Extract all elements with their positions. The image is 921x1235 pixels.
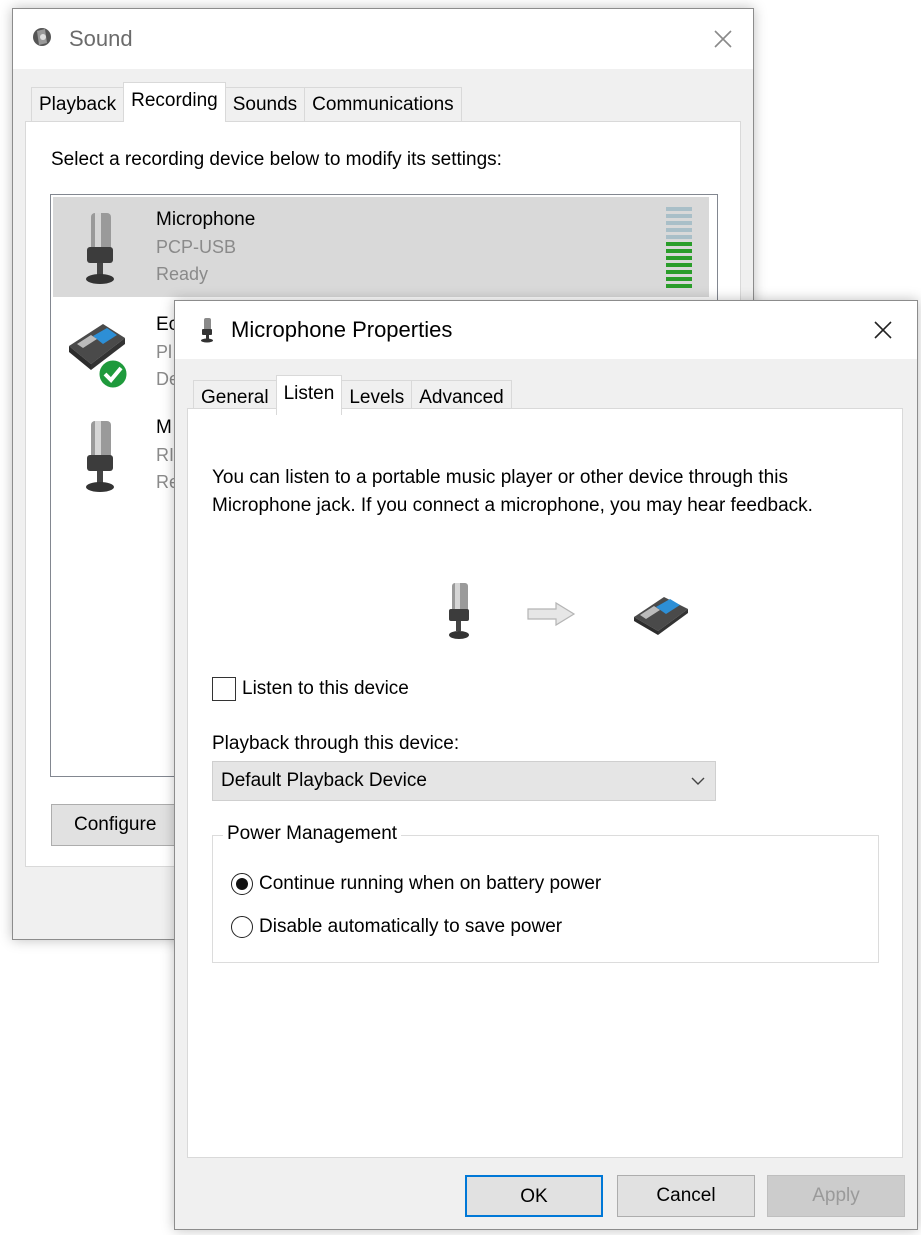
meter-segment [666,263,692,267]
tab-communications[interactable]: Communications [304,87,462,121]
device-name: M [156,417,172,438]
power-management-title: Power Management [223,823,402,845]
props-titlebar[interactable]: Microphone Properties [175,301,917,359]
meter-segment [666,277,692,281]
sound-window-title: Sound [69,26,133,51]
apply-button[interactable]: Apply [767,1175,905,1217]
microphone-icon [86,213,114,284]
device-subtitle: RI [156,445,174,465]
power-option-continue[interactable]: Continue running when on battery power [231,873,601,895]
device-status: Ready [156,264,209,284]
device-subtitle: Pl [156,342,173,362]
listen-checkbox-label: Listen to this device [242,678,409,699]
playback-device-value: Default Playback Device [221,770,427,791]
recording-instruction: Select a recording device below to modif… [51,149,502,170]
meter-segment [666,207,692,211]
device-subtitle: PCP-USB [156,237,237,257]
close-icon [714,30,732,48]
cancel-button[interactable]: Cancel [617,1175,755,1217]
props-window-title: Microphone Properties [231,317,453,342]
arrow-right-icon [527,601,576,627]
level-meter [666,207,692,291]
tab-playback[interactable]: Playback [31,87,125,121]
device-item-microphone[interactable]: Microphone PCP-USB Ready [53,197,709,297]
microphone-icon [449,583,469,639]
meter-segment [666,228,692,232]
meter-segment [666,242,692,246]
tab-recording[interactable]: Recording [123,82,226,122]
power-option-label: Continue running when on battery power [259,873,602,894]
tab-sounds[interactable]: Sounds [224,87,306,121]
playback-label: Playback through this device: [212,733,460,754]
speakerphone-icon [634,597,688,635]
meter-segment [666,221,692,225]
microphone-properties-window: Microphone Properties General Listen Lev… [174,300,918,1230]
listen-description: You can listen to a portable music playe… [212,467,813,516]
meter-segment [666,235,692,239]
device-name: Microphone [156,209,256,230]
meter-segment [666,256,692,260]
tab-listen[interactable]: Listen [275,375,343,415]
radio-dot [236,878,248,890]
listen-panel: You can listen to a portable music playe… [187,408,903,1158]
meter-segment [666,270,692,274]
radio-selected[interactable] [231,873,253,895]
microphone-icon [86,421,114,492]
microphone-icon [201,318,213,343]
sound-app-icon [31,25,53,54]
default-device-badge [96,357,130,391]
props-close-button[interactable] [863,310,903,350]
power-option-disable[interactable]: Disable automatically to save power [231,916,562,938]
configure-button[interactable]: Configure [51,804,181,846]
meter-segment [666,284,692,288]
sound-titlebar[interactable]: Sound [13,9,753,69]
meter-segment [666,214,692,218]
sound-close-button[interactable] [703,19,743,59]
meter-segment [666,249,692,253]
sound-tabs: Playback Recording Sounds Communications [31,82,462,122]
listen-checkbox-row[interactable]: Listen to this device [212,677,409,701]
chevron-down-icon [691,777,705,785]
speakerphone-icon [69,324,130,391]
power-management-group: Power Management Continue running when o… [212,823,879,963]
close-icon [874,321,892,339]
listen-checkbox[interactable] [212,677,236,701]
power-option-label: Disable automatically to save power [259,916,563,937]
playback-device-select[interactable]: Default Playback Device [212,761,716,801]
radio-unselected[interactable] [231,916,253,938]
ok-button[interactable]: OK [465,1175,603,1217]
